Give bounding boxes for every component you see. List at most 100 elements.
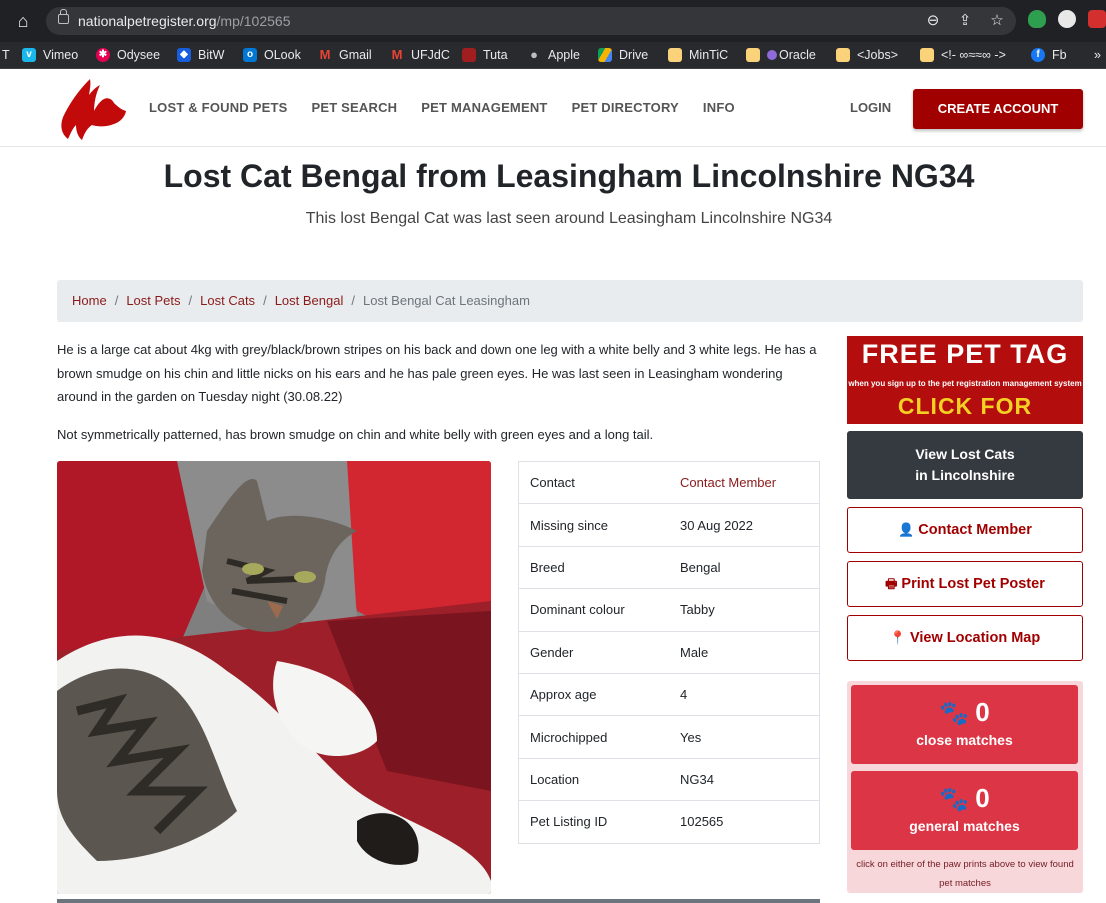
odysee-icon: ✱	[96, 48, 110, 62]
nav-pet-search[interactable]: PET SEARCH	[311, 100, 397, 115]
breadcrumb: Home / Lost Pets / Lost Cats / Lost Bengal /…	[57, 280, 1083, 322]
create-account-button[interactable]: CREATE ACCOUNT	[913, 89, 1083, 129]
bookmark-bitwarden[interactable]: ◆ BitW	[177, 46, 224, 64]
bookmark-fb[interactable]: f Fb	[1031, 46, 1067, 64]
table-row: Gender Male	[518, 630, 820, 674]
pet-description-short: Not symmetrically patterned, has brown s…	[57, 427, 654, 442]
detail-value: NG34	[669, 757, 820, 801]
bookmarks-overflow[interactable]: »	[1094, 46, 1101, 64]
bookmark-odysee[interactable]: ✱ Odysee	[96, 46, 160, 64]
contact-member-link[interactable]: Contact Member	[680, 475, 776, 490]
print-icon: 🖶	[885, 576, 898, 591]
site-header: LOST & FOUND PETS PET SEARCH PET MANAGEM…	[0, 69, 1106, 147]
address-bar[interactable]: nationalpetregister.org/mp/102565 ⊖ ⇪ ☆	[46, 7, 1016, 35]
bookmark-outlook[interactable]: o OLook	[243, 46, 301, 64]
contact-member-button[interactable]: 👤 Contact Member	[847, 507, 1083, 553]
close-matches-button[interactable]: 🐾 0 close matches	[851, 685, 1078, 764]
bitwarden-icon: ◆	[177, 48, 191, 62]
gmail-icon: M	[390, 47, 404, 62]
login-link[interactable]: LOGIN	[850, 100, 891, 115]
nav-lost-found[interactable]: LOST & FOUND PETS	[149, 100, 287, 115]
detail-value: 30 Aug 2022	[669, 503, 820, 547]
bookmark-oracle[interactable]: Oracle	[746, 46, 816, 64]
map-marker-icon: 📍	[889, 630, 906, 645]
breadcrumb-home[interactable]: Home	[72, 293, 107, 308]
bookmarks-bar: T v Vimeo ✱ Odysee ◆ BitW o OLook M Gmail M UF…	[0, 42, 1106, 69]
shield-extension-icon[interactable]	[1028, 10, 1046, 28]
bookmark-jobs[interactable]: <Jobs>	[836, 46, 898, 64]
share-icon[interactable]: ⇪	[956, 12, 974, 30]
table-row: Contact Contact Member	[519, 462, 820, 504]
view-lost-cats-button[interactable]: View Lost Cats in Lincolnshire	[847, 431, 1083, 499]
pet-photo[interactable]	[57, 461, 491, 894]
view-location-map-button[interactable]: 📍 View Location Map	[847, 615, 1083, 661]
nav-pet-management[interactable]: PET MANAGEMENT	[421, 100, 547, 115]
npr-logo-icon[interactable]	[56, 77, 128, 141]
folder-icon	[836, 48, 850, 62]
extension-red-icon[interactable]	[1088, 10, 1106, 28]
browser-toolbar: ⌂ nationalpetregister.org/mp/102565 ⊖ ⇪ …	[0, 0, 1106, 42]
table-row: Pet Listing ID 102565	[518, 800, 820, 844]
bookmark-t[interactable]: T	[2, 46, 10, 64]
table-row: Missing since 30 Aug 2022	[518, 503, 820, 547]
found-matches-panel: 🐾 0 close matches 🐾 0 general matches clic…	[847, 681, 1083, 893]
folder-icon	[746, 48, 760, 62]
bookmark-tuta[interactable]: Tuta	[462, 46, 508, 64]
detail-value: Male	[669, 630, 820, 674]
lock-icon	[58, 9, 69, 24]
star-icon[interactable]: ☆	[988, 12, 1006, 30]
bookmark-apple[interactable]: ● Apple	[527, 46, 580, 64]
breadcrumb-current: Lost Bengal Cat Leasingham	[362, 293, 530, 308]
breadcrumb-lost-cats[interactable]: Lost Cats	[200, 293, 255, 308]
detail-label: Approx age	[518, 672, 669, 716]
outlook-icon: o	[243, 48, 257, 62]
bookmark-ufjdc[interactable]: M UFJdC	[390, 46, 450, 64]
extension-icon[interactable]	[1058, 10, 1076, 28]
folder-icon	[920, 48, 934, 62]
table-row: Dominant colour Tabby	[518, 588, 820, 632]
folder-icon	[668, 48, 682, 62]
oracle-icon	[767, 50, 777, 60]
general-matches-button[interactable]: 🐾 0 general matches	[851, 771, 1078, 850]
user-icon: 👤	[898, 522, 915, 537]
detail-label: Microchipped	[518, 715, 669, 759]
table-row: Microchipped Yes	[518, 715, 820, 759]
matches-hint: click on either of the paw prints above …	[856, 859, 1074, 889]
nav-pet-directory[interactable]: PET DIRECTORY	[572, 100, 679, 115]
free-pet-tag-banner[interactable]: FREE PET TAG when you sign up to the pet…	[847, 336, 1083, 424]
print-poster-button[interactable]: 🖶 Print Lost Pet Poster	[847, 561, 1083, 607]
zoom-icon[interactable]: ⊖	[924, 12, 942, 30]
bookmark-mintic[interactable]: MinTiC	[668, 46, 728, 64]
drive-icon	[598, 48, 612, 62]
detail-label: Missing since	[518, 503, 669, 547]
home-icon[interactable]: ⌂	[12, 10, 34, 32]
pet-details-table: Contact Contact Member Missing since 30 Au…	[518, 461, 820, 844]
breadcrumb-lost-pets[interactable]: Lost Pets	[126, 293, 180, 308]
table-row: Breed Bengal	[518, 545, 820, 589]
bookmark-vimeo[interactable]: v Vimeo	[22, 46, 78, 64]
detail-label: Breed	[518, 545, 669, 589]
section-divider	[57, 899, 820, 903]
pet-description: He is a large cat about 4kg with grey/bl…	[57, 342, 817, 404]
facebook-icon: f	[1031, 48, 1045, 62]
vimeo-icon: v	[22, 48, 36, 62]
gmail-icon: M	[318, 47, 332, 62]
bookmark-drive[interactable]: Drive	[598, 46, 648, 64]
bookmark-gmail[interactable]: M Gmail	[318, 46, 372, 64]
detail-value: Tabby	[669, 588, 820, 632]
detail-value: Yes	[669, 715, 820, 759]
detail-label: Gender	[518, 630, 669, 674]
nav-info[interactable]: INFO	[703, 100, 735, 115]
page-title: Lost Cat Bengal from Leasingham Lincolns…	[163, 158, 975, 194]
url-text[interactable]: nationalpetregister.org/mp/102565	[78, 13, 291, 29]
tuta-icon	[462, 48, 476, 62]
main-nav: LOST & FOUND PETS PET SEARCH PET MANAGEM…	[149, 100, 735, 115]
detail-value: Bengal	[669, 545, 820, 589]
detail-value: 4	[669, 672, 820, 716]
paw-icon: 🐾	[939, 786, 970, 813]
breadcrumb-lost-bengal[interactable]: Lost Bengal	[275, 293, 344, 308]
page-subtitle: This lost Bengal Cat was last seen aroun…	[305, 210, 833, 227]
detail-label: Pet Listing ID	[518, 800, 669, 844]
bookmark-misc[interactable]: <!- ∞≈≈∞ ->	[920, 46, 1006, 64]
detail-value: 102565	[669, 800, 820, 844]
